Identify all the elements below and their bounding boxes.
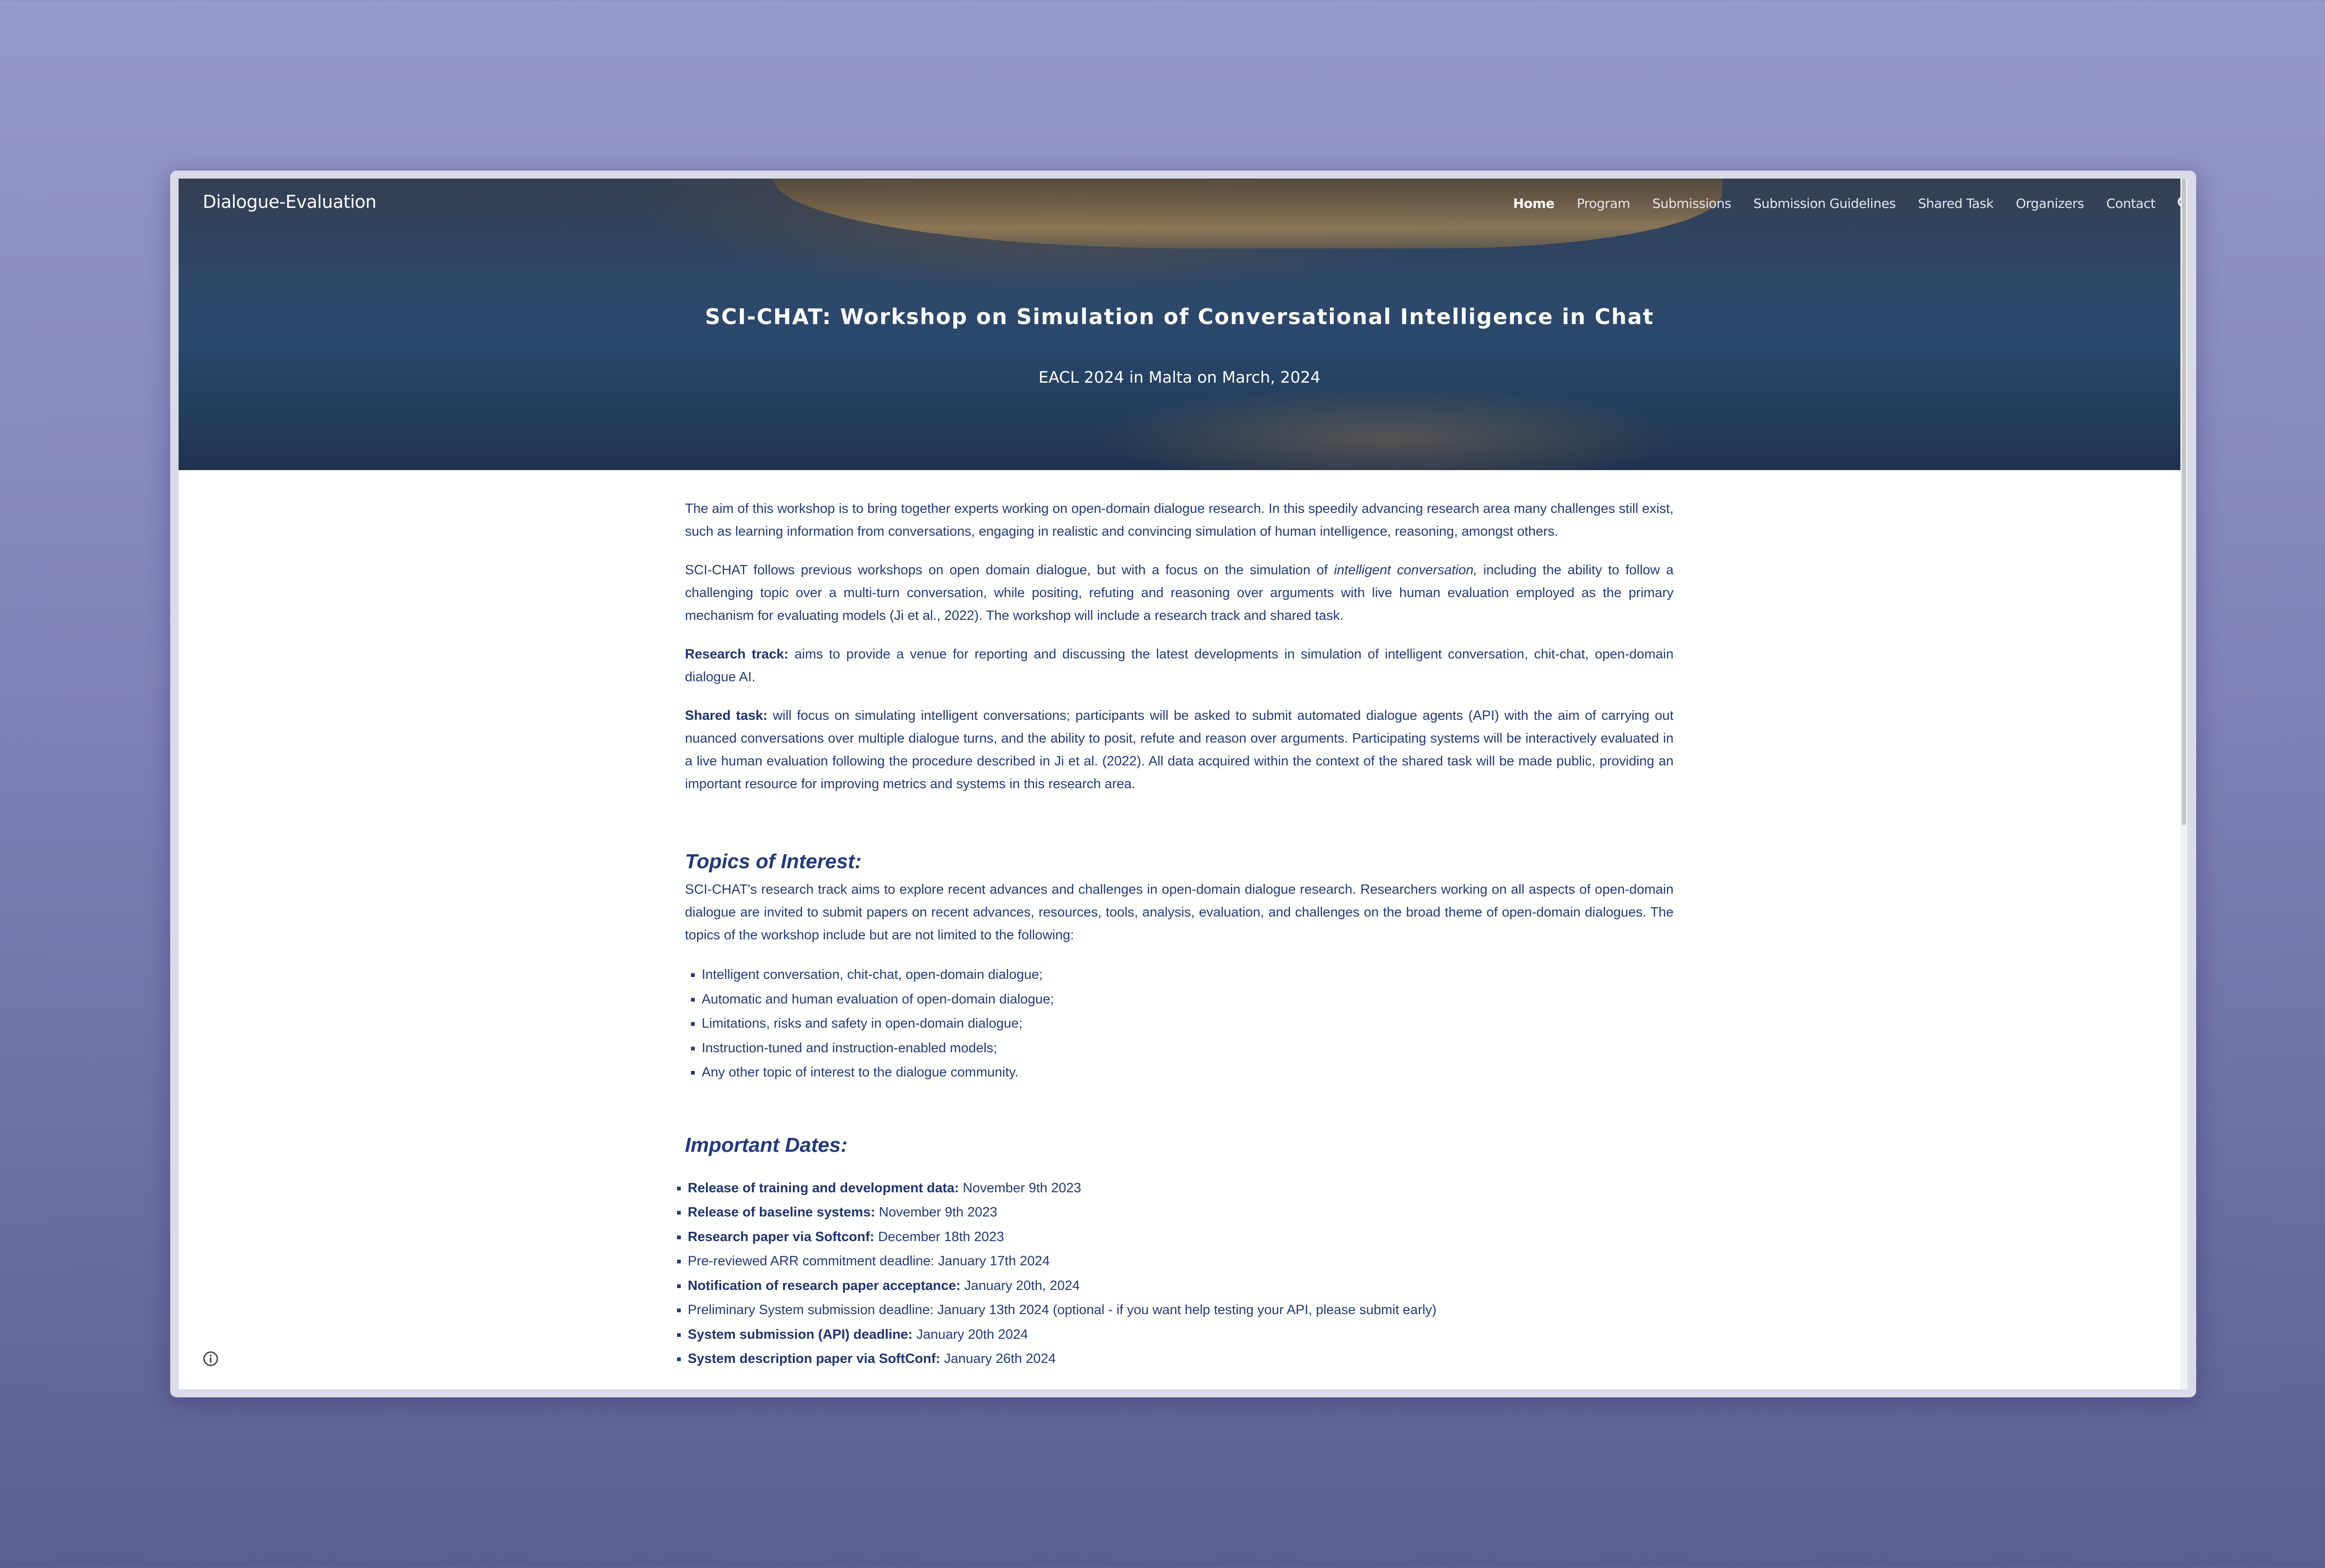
nav-item-program[interactable]: Program [1577,196,1630,211]
dates-heading: Important Dates: [685,1133,848,1156]
date-item: System description paper via SoftConf: J… [688,1347,1674,1371]
date-item: Pre-reviewed ARR commitment deadline: Ja… [688,1249,1674,1274]
shared-task-label: Shared task: [685,708,768,723]
nav-item-shared-task[interactable]: Shared Task [1918,196,1994,211]
date-item: Release of baseline systems: November 9t… [688,1200,1674,1225]
nav-item-submission-guidelines[interactable]: Submission Guidelines [1754,196,1896,211]
topics-intro: SCI-CHAT's research track aims to explor… [685,882,1674,943]
date-item: Release of training and development data… [688,1176,1674,1201]
list-item: Any other topic of interest to the dialo… [702,1060,1674,1085]
hero-banner: Dialogue-Evaluation Home Program Submiss… [179,179,2180,470]
date-item: Research paper via Softconf: December 18… [688,1225,1674,1249]
page-scrollbar[interactable] [2180,179,2187,1389]
site-title[interactable]: Dialogue-Evaluation [203,192,377,212]
focus-paragraph: SCI-CHAT follows previous workshops on o… [685,563,1674,623]
page-title: SCI-CHAT: Workshop on Simulation of Conv… [705,304,1654,329]
date-item: Preliminary System submission deadline: … [688,1298,1674,1322]
list-item: Instruction-tuned and instruction-enable… [702,1036,1674,1061]
shared-task-paragraph: Shared task: will focus on simulating in… [685,708,1674,791]
top-nav: Home Program Submissions Submission Guid… [1513,194,2180,212]
dates-list: Release of training and development data… [681,1176,1674,1371]
date-item: Notification of research paper acceptanc… [688,1274,1674,1298]
info-icon[interactable] [202,1350,219,1367]
topics-list: Intelligent conversation, chit-chat, ope… [685,963,1674,1085]
scrollbar-thumb[interactable] [2182,179,2186,825]
list-item: Intelligent conversation, chit-chat, ope… [702,963,1674,987]
emphasis-text: intelligent conversation, [1334,563,1477,578]
research-track-paragraph: Research track: aims to provide a venue … [685,647,1674,684]
list-item: Automatic and human evaluation of open-d… [702,987,1674,1012]
nav-item-organizers[interactable]: Organizers [2016,196,2084,211]
intro-paragraph: The aim of this workshop is to bring tog… [685,501,1674,539]
page-subtitle: EACL 2024 in Malta on March, 2024 [1038,368,1321,387]
search-icon[interactable] [2176,194,2180,212]
date-item: System submission (API) deadline: Januar… [688,1322,1674,1347]
nav-item-contact[interactable]: Contact [2106,196,2156,211]
nav-item-home[interactable]: Home [1513,196,1554,211]
topics-heading: Topics of Interest: [685,850,862,873]
page-viewport: Dialogue-Evaluation Home Program Submiss… [179,179,2187,1389]
research-track-label: Research track: [685,647,789,662]
nav-item-submissions[interactable]: Submissions [1652,196,1731,211]
main-content: The aim of this workshop is to bring tog… [685,498,1674,1371]
list-item: Limitations, risks and safety in open-do… [702,1011,1674,1036]
